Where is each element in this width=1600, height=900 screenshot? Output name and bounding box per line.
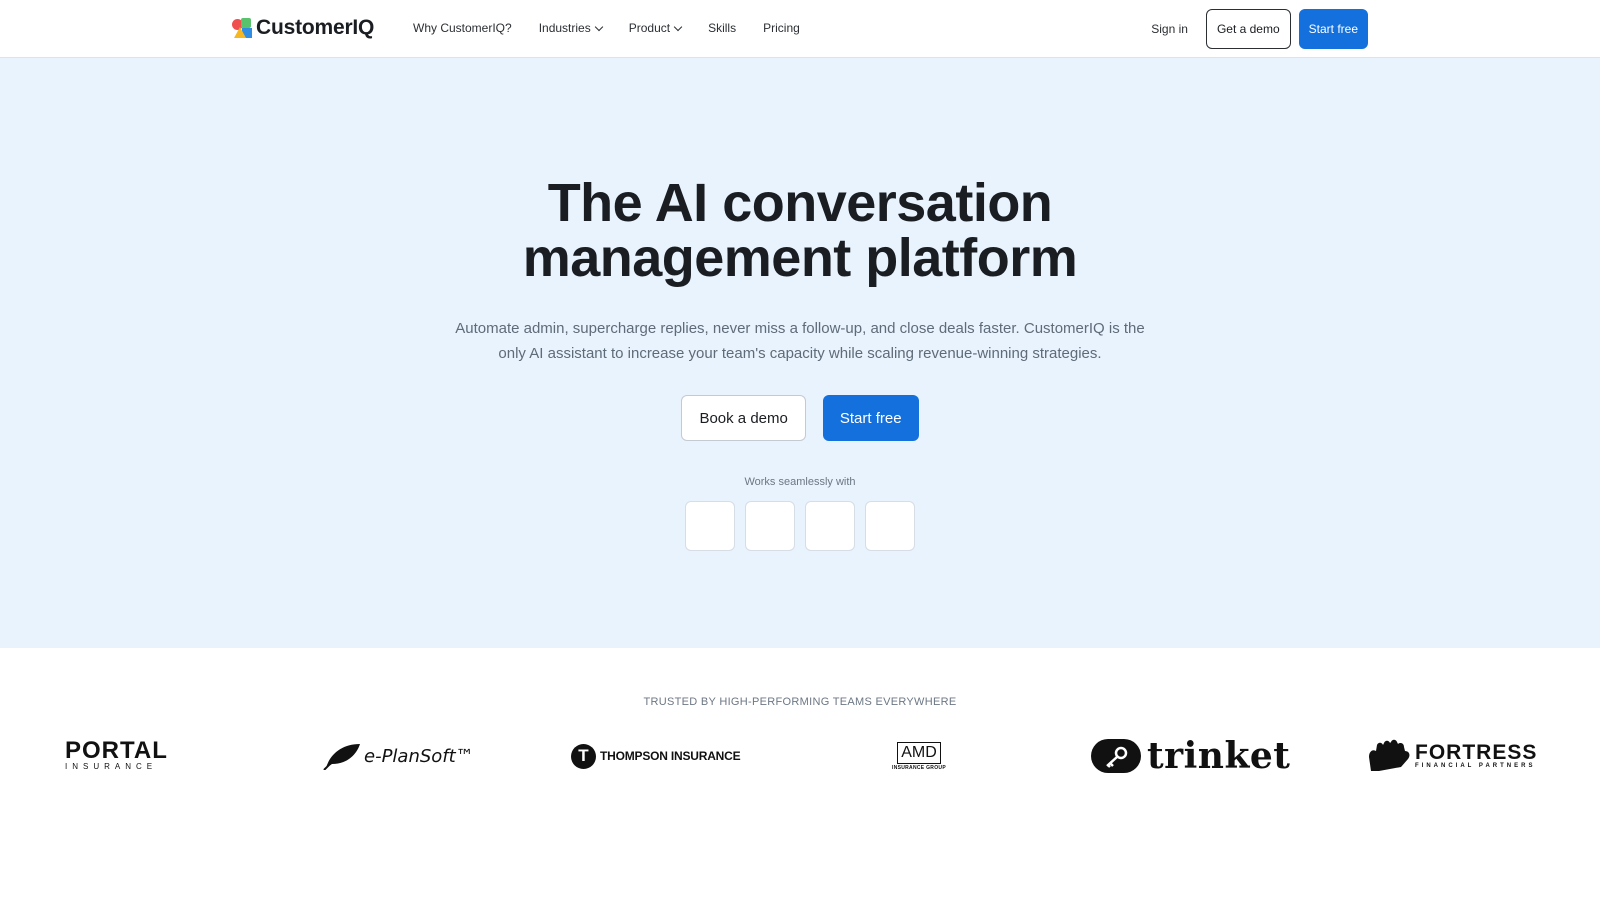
logo-trinket: trinket (1091, 736, 1290, 776)
integration-tile (745, 501, 795, 551)
leaf-icon (323, 744, 360, 770)
book-demo-button[interactable]: Book a demo (681, 395, 806, 441)
nav-item-label: Pricing (763, 21, 800, 35)
works-with-label: Works seamlessly with (744, 476, 856, 488)
hero-section: The AI conversation management platform … (0, 58, 1600, 648)
nav-item-skills[interactable]: Skills (708, 21, 736, 35)
logo-subtext: INSURANCE (65, 762, 158, 771)
nav-item-industries[interactable]: Industries (538, 21, 603, 35)
brand-name: CustomerIQ (256, 16, 375, 39)
hero-cta-group: Book a demo Start free (0, 395, 1600, 441)
nav-start-free-button[interactable]: Start free (1298, 9, 1368, 49)
fist-icon (1369, 739, 1410, 771)
customer-logos: PORTAL INSURANCE e-PlanSoft™ T THOMPSON … (0, 736, 1600, 776)
logo-thompson-insurance: T THOMPSON INSURANCE (571, 736, 741, 776)
logo-amd-insurance: AMD INSURANCE GROUP (892, 736, 946, 776)
chevron-down-icon (673, 22, 683, 31)
logo-fortress: FORTRESS FINANCIAL PARTNERS (1367, 736, 1537, 776)
nav-item-label: Industries (538, 21, 591, 35)
nav-item-pricing[interactable]: Pricing (763, 21, 800, 35)
hero-title: The AI conversation management platform (0, 176, 1600, 286)
trusted-heading: TRUSTED BY HIGH-PERFORMING TEAMS EVERYWH… (643, 696, 957, 708)
hero-title-line: The AI conversation (547, 173, 1053, 233)
logo-subtext: INSURANCE GROUP (892, 764, 946, 771)
logo-subtext: FINANCIAL PARTNERS (1415, 763, 1536, 769)
logo-text: e-PlanSoft™ (364, 745, 474, 767)
nav-item-product[interactable]: Product (628, 21, 683, 35)
nav-item-label: Why CustomerIQ? (413, 21, 512, 35)
nav-item-label: Skills (708, 21, 737, 35)
logo-text: FORTRESS (1415, 741, 1538, 764)
sign-in-link[interactable]: Sign in (1151, 22, 1188, 36)
integration-tiles (0, 501, 1600, 551)
brand-mark-icon (232, 18, 252, 38)
hero-subtitle: Automate admin, supercharge replies, nev… (450, 316, 1150, 366)
hero-subtitle-line: Automate admin, supercharge replies, nev… (455, 320, 1145, 337)
logo-text: AMD (897, 741, 941, 764)
logo-text: trinket (1147, 735, 1291, 777)
logo-text: PORTAL (65, 737, 168, 764)
thompson-mark-icon: T (571, 743, 596, 769)
main-menu: Why CustomerIQ? Industries Product Skill… (413, 21, 800, 35)
logo-text: THOMPSON INSURANCE (600, 749, 741, 763)
hero-subtitle-line: only AI assistant to increase your team'… (498, 345, 1102, 362)
hero-title-line: management platform (522, 228, 1078, 288)
fortress-wordmark: FORTRESS FINANCIAL PARTNERS (1415, 741, 1538, 769)
nav-actions: Sign in Get a demo Start free (1151, 9, 1368, 49)
hero-start-free-button[interactable]: Start free (822, 395, 919, 441)
nav-item-why[interactable]: Why CustomerIQ? (413, 21, 512, 35)
logo-portal-insurance: PORTAL INSURANCE (65, 736, 168, 776)
integration-tile (685, 501, 735, 551)
nav-item-label: Product (628, 21, 671, 35)
top-nav: CustomerIQ Why CustomerIQ? Industries Pr… (0, 0, 1600, 58)
get-demo-button[interactable]: Get a demo (1205, 9, 1291, 49)
integration-tile (865, 501, 915, 551)
integration-tile (805, 501, 855, 551)
key-icon (1091, 739, 1141, 773)
chevron-down-icon (594, 22, 603, 31)
logo-eplansoft: e-PlanSoft™ (322, 736, 474, 776)
brand-logo[interactable]: CustomerIQ (232, 16, 374, 40)
